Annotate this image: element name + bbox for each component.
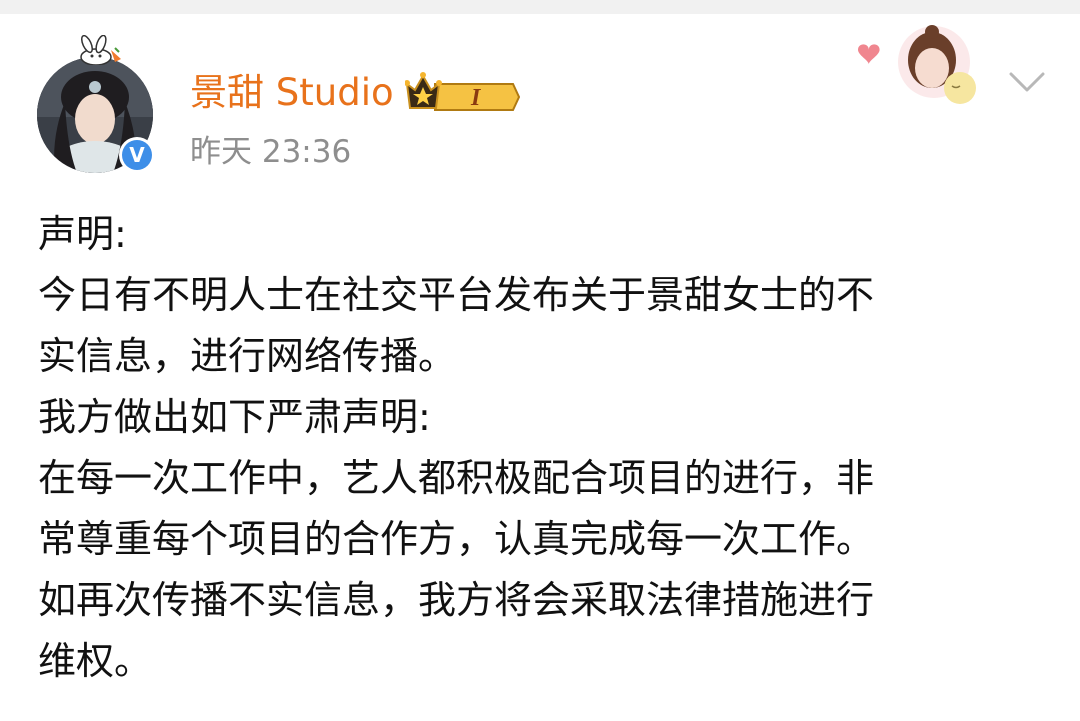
- post-timestamp: 昨天 23:36: [190, 134, 352, 170]
- post-line: 维权。: [38, 639, 153, 683]
- member-badge-level: I: [470, 85, 482, 111]
- post-body: 声明: 今日有不明人士在社交平台发布关于景甜女士的不 实信息，进行网络传播。 我…: [38, 204, 1048, 692]
- post-line: 常尊重每个项目的合作方，认真完成每一次工作。: [38, 517, 875, 561]
- post-line: 实信息，进行网络传播。: [38, 334, 457, 378]
- member-badge[interactable]: I: [404, 70, 521, 116]
- bunny-icon: [69, 34, 127, 66]
- verified-icon: V: [119, 137, 155, 173]
- post-line: 声明:: [38, 212, 127, 256]
- post-line: 今日有不明人士在社交平台发布关于景甜女士的不: [38, 273, 875, 317]
- verified-mark: V: [122, 140, 152, 170]
- post-line: 如再次传播不实信息，我方将会采取法律措施进行: [38, 578, 875, 622]
- post-line: 在每一次工作中，艺人都积极配合项目的进行，非: [38, 456, 875, 500]
- post-line: 我方做出如下严肃声明:: [38, 395, 431, 439]
- author-avatar-container[interactable]: V: [37, 34, 155, 173]
- top-divider: [0, 0, 1080, 14]
- card-decoration-avatar: [856, 20, 988, 106]
- author-name[interactable]: 景甜 Studio: [190, 68, 394, 118]
- chevron-down-icon[interactable]: [1007, 68, 1047, 96]
